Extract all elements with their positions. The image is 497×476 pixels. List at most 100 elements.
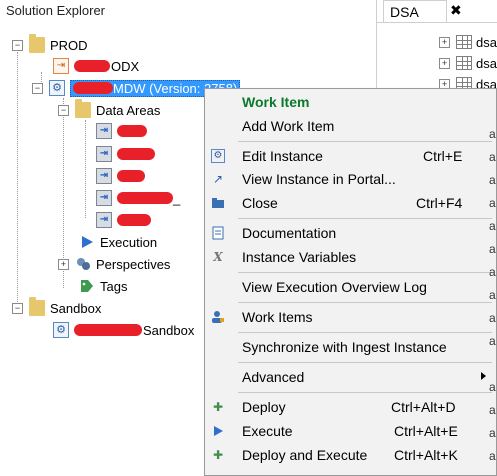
node-label-data-areas: Data Areas — [96, 102, 161, 118]
database-icon: ⇥ — [96, 212, 112, 228]
tree-node-sandbox[interactable]: − Sandbox — [12, 297, 102, 318]
menu-item-instance-variables[interactable]: X Instance Variables — [205, 246, 496, 268]
redacted-text — [74, 60, 110, 72]
folder-close-icon — [211, 196, 225, 210]
menu-header-label: Work Item — [242, 94, 310, 110]
submenu-arrow-icon — [481, 372, 486, 380]
menu-item-execute[interactable]: Execute Ctrl+Alt+E — [205, 420, 496, 442]
collapse-toggle[interactable]: − — [32, 82, 43, 94]
truncated-text: a — [489, 265, 496, 279]
truncated-text: a — [489, 288, 496, 302]
menu-item-close[interactable]: Close Ctrl+F4 — [205, 192, 496, 214]
redacted-text — [73, 81, 113, 94]
tree-node-data-area[interactable]: ⇥ — [96, 210, 151, 230]
redacted-text — [117, 214, 151, 226]
collapse-toggle[interactable]: − — [12, 302, 23, 314]
dsa-row-label: dsa — [476, 55, 497, 71]
shortcut-label: Ctrl+E — [423, 148, 463, 164]
menu-separator — [238, 332, 492, 333]
tree-node-sandbox-instance[interactable]: ⚙ Sandbox — [53, 320, 194, 340]
menu-item-deploy[interactable]: ✚ Deploy Ctrl+Alt+D — [205, 396, 496, 418]
menu-separator — [238, 392, 492, 393]
close-icon[interactable]: ✖ — [450, 2, 462, 19]
menu-item-label: Deploy and Execute — [242, 447, 368, 463]
truncated-text: a — [489, 150, 496, 164]
expand-toggle[interactable]: + — [439, 57, 450, 69]
puzzle-icon: ✚ — [212, 400, 224, 414]
menu-item-label: Edit Instance — [242, 148, 323, 164]
database-icon: ⇥ — [96, 168, 112, 184]
gear-icon: ⚙ — [53, 322, 69, 338]
redacted-text — [117, 148, 155, 160]
menu-item-advanced[interactable]: Advanced — [205, 366, 496, 388]
dsa-tree-row[interactable]: + dsa — [439, 53, 497, 73]
user-icon — [211, 310, 225, 324]
redacted-text — [117, 170, 145, 182]
menu-item-view-in-portal[interactable]: ↗ View Instance in Portal... — [205, 168, 496, 190]
tree-node-odx[interactable]: ⇥ ODX — [53, 56, 139, 76]
menu-item-deploy-and-execute[interactable]: ✚ Deploy and Execute Ctrl+Alt+K — [205, 444, 496, 466]
dsa-row-label: dsa — [476, 34, 497, 50]
shortcut-label: Ctrl+Alt+K — [394, 447, 458, 463]
shortcut-label: Ctrl+Alt+D — [391, 399, 456, 415]
perspectives-icon — [75, 256, 91, 272]
redacted-text — [74, 324, 142, 336]
tree-node-data-areas[interactable]: − Data Areas — [58, 99, 161, 120]
tree-node-data-area[interactable]: ⇥ — [96, 144, 155, 164]
menu-item-add-work-item[interactable]: Add Work Item — [205, 115, 496, 137]
tree-node-perspectives[interactable]: + Perspectives — [58, 254, 170, 274]
truncated-text: a — [489, 380, 496, 394]
menu-item-view-execution-log[interactable]: View Execution Overview Log — [205, 276, 496, 298]
truncated-text: a — [489, 219, 496, 233]
tree-node-data-area[interactable]: ⇥ — [96, 121, 147, 141]
truncated-text: a — [489, 242, 496, 256]
dsa-tree-row[interactable]: + dsa — [439, 32, 497, 52]
expand-toggle[interactable]: + — [58, 258, 69, 270]
truncated-text: a — [489, 449, 496, 463]
table-icon — [456, 56, 472, 70]
tree-node-data-area[interactable]: ⇥ — [96, 166, 145, 186]
node-label-sandbox: Sandbox — [50, 300, 102, 316]
collapse-toggle[interactable]: − — [58, 104, 69, 116]
node-label-execution: Execution — [100, 234, 158, 250]
gear-icon: ⚙ — [49, 80, 65, 96]
shortcut-label: Ctrl+Alt+E — [394, 423, 458, 439]
node-label-odx: ODX — [111, 58, 140, 74]
menu-item-label: Documentation — [242, 225, 337, 241]
folder-icon — [29, 297, 45, 316]
tree-node-data-area[interactable]: ⇥ _ — [96, 188, 180, 208]
menu-item-edit-instance[interactable]: ⚙ Edit Instance Ctrl+E — [205, 145, 496, 167]
database-icon: ⇥ — [96, 123, 112, 139]
menu-item-work-items[interactable]: Work Items — [205, 306, 496, 328]
menu-item-documentation[interactable]: Documentation — [205, 222, 496, 244]
database-icon: ⇥ — [96, 190, 112, 206]
tab-dsa[interactable]: DSA — [383, 0, 447, 22]
tree-guide — [17, 52, 18, 308]
menu-item-label: Deploy — [242, 399, 286, 415]
redacted-text — [117, 125, 147, 137]
database-icon: ⇥ — [96, 146, 112, 162]
menu-separator — [238, 302, 492, 303]
gear-icon: ⚙ — [211, 149, 225, 163]
menu-item-label: Work Items — [242, 309, 313, 325]
tree-guide — [85, 120, 86, 218]
truncated-text: a — [489, 403, 496, 417]
tree-node-prod[interactable]: − PROD — [12, 34, 88, 55]
truncated-text: a — [489, 426, 496, 440]
node-label-data-area: _ — [173, 190, 181, 206]
tree-node-execution[interactable]: Execution — [79, 232, 157, 252]
external-link-icon: ↗ — [212, 172, 224, 186]
node-label-prod: PROD — [50, 37, 88, 53]
collapse-toggle[interactable]: − — [12, 39, 23, 51]
tree-node-tags[interactable]: Tags — [79, 276, 127, 296]
play-icon — [211, 424, 225, 438]
menu-item-sync-ingest[interactable]: Synchronize with Ingest Instance — [205, 336, 496, 358]
truncated-text: a — [489, 196, 496, 210]
menu-item-label: Execute — [242, 423, 293, 439]
menu-separator — [238, 272, 492, 273]
menu-item-label: Advanced — [242, 369, 305, 385]
menu-item-label: Close — [242, 195, 278, 211]
node-label-perspectives: Perspectives — [96, 256, 171, 272]
expand-toggle[interactable]: + — [439, 36, 450, 48]
node-label-sandbox-instance: Sandbox — [143, 322, 195, 338]
